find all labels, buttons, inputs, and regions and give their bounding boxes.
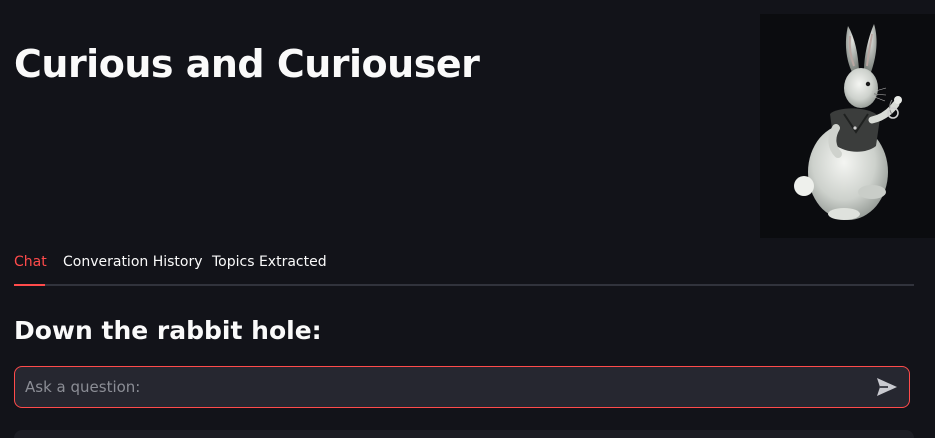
white-rabbit-icon — [794, 24, 902, 220]
content-panel — [14, 430, 914, 438]
section-heading: Down the rabbit hole: — [14, 316, 322, 345]
active-tab-indicator — [14, 284, 45, 286]
tab-topics-extracted[interactable]: Topics Extracted — [212, 252, 327, 272]
tab-conversation-history[interactable]: Converation History — [63, 252, 203, 272]
white-rabbit-image — [760, 14, 935, 238]
paper-plane-icon — [877, 378, 897, 396]
app-page: Curious and Curiouser Chat Converation H… — [0, 0, 935, 438]
page-title: Curious and Curiouser — [14, 42, 480, 86]
tab-chat[interactable]: Chat — [14, 252, 47, 272]
send-button[interactable] — [875, 376, 899, 398]
tab-bar-divider — [14, 284, 914, 286]
chat-input[interactable] — [15, 367, 855, 406]
chat-input-container — [14, 366, 910, 408]
tab-bar: Chat Converation History Topics Extracte… — [14, 248, 914, 286]
